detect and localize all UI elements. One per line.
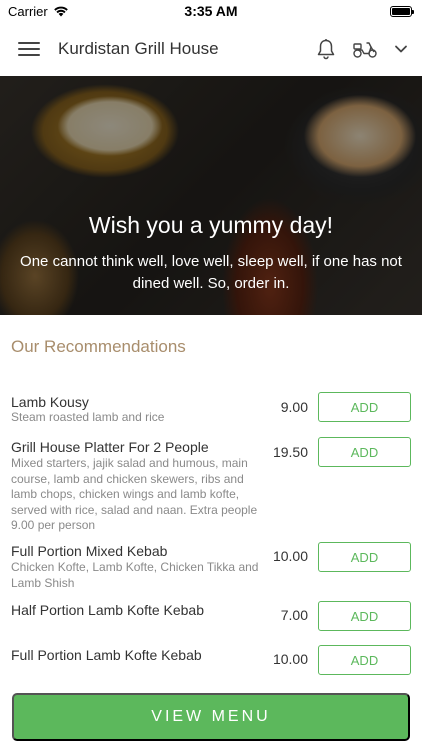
scooter-delivery-icon[interactable]: [352, 39, 378, 59]
status-left: Carrier: [8, 4, 69, 19]
item-name: Grill House Platter For 2 People: [11, 439, 209, 455]
add-button[interactable]: ADD: [318, 601, 411, 631]
add-button[interactable]: ADD: [318, 542, 411, 572]
item-price: 7.00: [280, 607, 308, 623]
hero-text: Wish you a yummy day! One cannot think w…: [0, 206, 422, 295]
item-name: Full Portion Mixed Kebab: [11, 543, 168, 559]
hamburger-menu-icon[interactable]: [18, 40, 40, 58]
add-button[interactable]: ADD: [318, 392, 411, 422]
item-name: Full Portion Lamb Kofte Kebab: [11, 647, 202, 663]
item-description: Steam roasted lamb and rice: [11, 410, 165, 424]
item-name: Half Portion Lamb Kofte Kebab: [11, 602, 205, 618]
wifi-icon: [53, 6, 68, 17]
item-price: 10.00: [272, 548, 308, 564]
item-price: 19.50: [272, 444, 308, 460]
restaurant-title: Kurdistan Grill House: [58, 39, 219, 58]
status-bar: Carrier 3:35 AM: [0, 0, 422, 22]
app-header: Kurdistan Grill House: [0, 22, 422, 76]
item-name: Lamb Kousy: [11, 394, 89, 410]
header-actions: [316, 38, 408, 60]
chevron-down-icon[interactable]: [394, 44, 408, 54]
recommendations-title: Our Recommendations: [11, 337, 186, 356]
item-description: Chicken Kofte, Lamb Kofte, Chicken Tikka…: [11, 560, 259, 590]
hero-banner: Wish you a yummy day! One cannot think w…: [0, 76, 422, 315]
view-menu-button[interactable]: VIEW MENU: [12, 693, 410, 741]
bell-icon[interactable]: [316, 38, 336, 60]
battery-icon: [390, 5, 414, 17]
add-button[interactable]: ADD: [318, 437, 411, 467]
item-description: Mixed starters, jajik salad and humous, …: [11, 456, 258, 532]
hero-title: Wish you a yummy day!: [88, 212, 334, 238]
carrier-label: Carrier: [8, 3, 48, 19]
item-price: 10.00: [272, 651, 308, 667]
item-price: 9.00: [280, 399, 308, 415]
add-button[interactable]: ADD: [318, 645, 411, 675]
hero-subtitle: One cannot think well, love well, sleep …: [20, 253, 402, 292]
